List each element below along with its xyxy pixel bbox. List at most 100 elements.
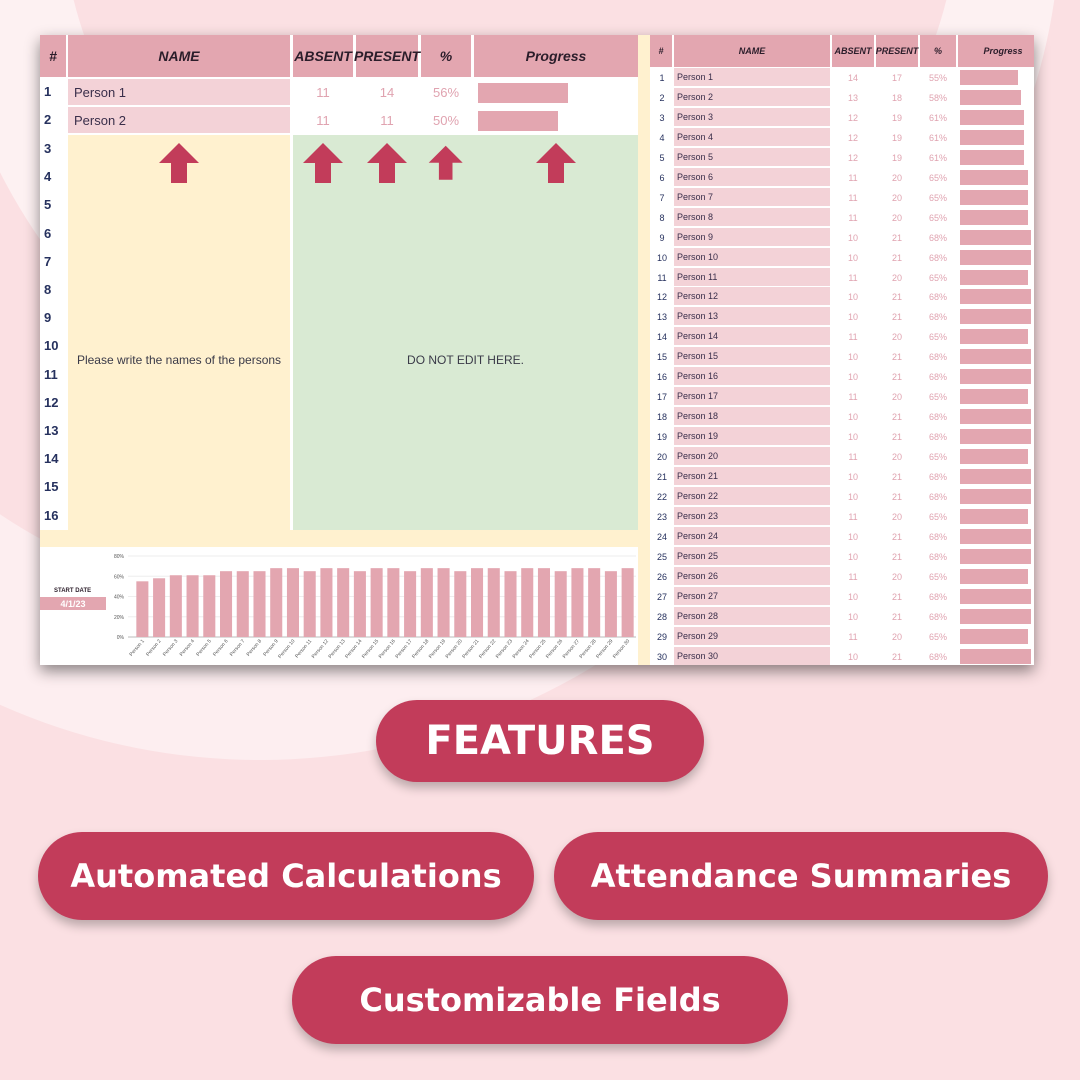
name-cell: Person 30 — [674, 646, 830, 665]
table-row: 9 Person 9 10 21 68% — [650, 227, 1034, 248]
name-cell: Person 19 — [674, 427, 830, 446]
locked-instruction: DO NOT EDIT HERE. — [407, 353, 524, 367]
chart-bar — [420, 568, 433, 637]
name-input-zone[interactable] — [68, 135, 290, 530]
row-number: 29 — [656, 631, 667, 642]
y-tick-label: 40% — [114, 595, 125, 601]
present-cell: 21 — [891, 312, 902, 323]
percent-cell: 68% — [928, 611, 947, 622]
feature-customizable-fields: Customizable Fields — [292, 956, 788, 1044]
start-date-value[interactable]: 4/1/23 — [40, 597, 106, 610]
absent-cell: 10 — [847, 412, 858, 423]
x-tick-label: Person 1 — [128, 638, 146, 657]
y-tick-label: 60% — [114, 574, 125, 580]
percent-cell: 65% — [928, 192, 947, 203]
x-tick-label: Person 4 — [179, 638, 197, 657]
chart-bar — [588, 568, 601, 637]
progress-bar — [960, 129, 1024, 145]
progress-bar — [960, 249, 1031, 265]
present-cell: 20 — [891, 631, 902, 642]
row-number: 22 — [656, 491, 667, 502]
absent-cell: 11 — [848, 452, 858, 463]
percent-cell: 61% — [928, 152, 947, 163]
chart-bar — [286, 568, 299, 637]
row-number: 16 — [656, 372, 667, 383]
absent-cell: 11 — [848, 172, 858, 183]
absent-cell: 11 — [848, 212, 858, 223]
row-number: 17 — [656, 392, 667, 403]
absent-cell: 12 — [847, 112, 858, 123]
percent-cell: 58% — [928, 92, 947, 103]
row-number: 25 — [656, 551, 667, 562]
table-row: 24 Person 24 10 21 68% — [650, 526, 1034, 547]
table-row: 19 Person 19 10 21 68% — [650, 427, 1034, 447]
present-cell: 21 — [891, 232, 902, 243]
progress-bar — [960, 628, 1028, 644]
percent-cell: 50% — [421, 107, 471, 133]
present-cell: 20 — [891, 212, 902, 223]
row-number: 2 — [44, 112, 52, 127]
present-cell: 20 — [891, 571, 902, 582]
row-number: 6 — [40, 219, 66, 248]
header-absent: ABSENT — [293, 35, 353, 77]
percent-cell: 68% — [928, 292, 947, 303]
table-row: 20 Person 20 11 20 65% — [650, 447, 1034, 467]
panel-divider — [638, 35, 650, 665]
progress-bar — [960, 508, 1028, 524]
percent-cell: 68% — [928, 232, 947, 243]
name-cell: Person 23 — [674, 506, 830, 525]
present-cell: 17 — [891, 73, 902, 83]
chart-bar — [353, 571, 366, 637]
percent-cell: 68% — [928, 372, 947, 383]
present-cell: 21 — [891, 651, 902, 662]
row-number: 5 — [659, 152, 665, 163]
row-number: 10 — [40, 332, 66, 361]
table-row: 23 Person 23 11 20 65% — [650, 506, 1034, 527]
progress-bar — [478, 111, 558, 131]
x-tick-label: Person 6 — [212, 638, 230, 657]
present-cell: 11 — [356, 107, 418, 133]
row-number: 15 — [40, 473, 66, 502]
table-row: 7 Person 7 11 20 65% — [650, 187, 1034, 208]
name-cell[interactable]: Person 2 — [68, 107, 290, 133]
row-number: 28 — [656, 611, 667, 622]
present-cell: 21 — [891, 472, 902, 482]
present-cell: 19 — [891, 112, 902, 123]
start-date-label: START DATE — [54, 588, 92, 594]
percent-cell: 65% — [928, 452, 947, 463]
percent-cell: 68% — [928, 531, 947, 542]
name-cell: Person 12 — [674, 287, 830, 306]
name-cell[interactable]: Person 1 — [68, 79, 290, 105]
row-number: 14 — [40, 445, 66, 474]
absent-cell: 11 — [848, 392, 858, 403]
present-cell: 19 — [891, 132, 902, 143]
row-number: 4 — [659, 132, 665, 143]
progress-bar — [960, 389, 1028, 405]
row-number: 14 — [656, 332, 667, 343]
present-cell: 21 — [891, 372, 902, 383]
row-number: 23 — [656, 511, 667, 522]
chart-bar — [253, 571, 266, 637]
table-row: 3 Person 3 12 19 61% — [650, 107, 1034, 128]
progress-bar — [960, 269, 1028, 285]
absent-cell: 12 — [847, 152, 858, 163]
progress-bar — [960, 169, 1028, 185]
up-arrow-icon — [536, 143, 576, 183]
name-cell: Person 8 — [674, 207, 830, 226]
progress-bar — [960, 349, 1031, 365]
present-cell: 18 — [891, 92, 902, 103]
name-cell: Person 13 — [674, 307, 830, 326]
progress-bar — [478, 83, 568, 103]
percent-cell: 68% — [928, 412, 947, 423]
present-cell: 20 — [891, 392, 902, 403]
table-row: 30 Person 30 10 21 68% — [650, 646, 1034, 665]
progress-bar — [960, 89, 1021, 105]
row-number: 12 — [40, 388, 66, 417]
present-cell: 21 — [891, 412, 902, 423]
present-cell: 21 — [891, 611, 902, 622]
row-number: 3 — [659, 112, 665, 123]
table-row: 13 Person 13 10 21 68% — [650, 307, 1034, 327]
table-row: 18 Person 18 10 21 68% — [650, 407, 1034, 427]
progress-bar — [960, 329, 1028, 345]
x-tick-label: Person 10 — [277, 638, 296, 659]
